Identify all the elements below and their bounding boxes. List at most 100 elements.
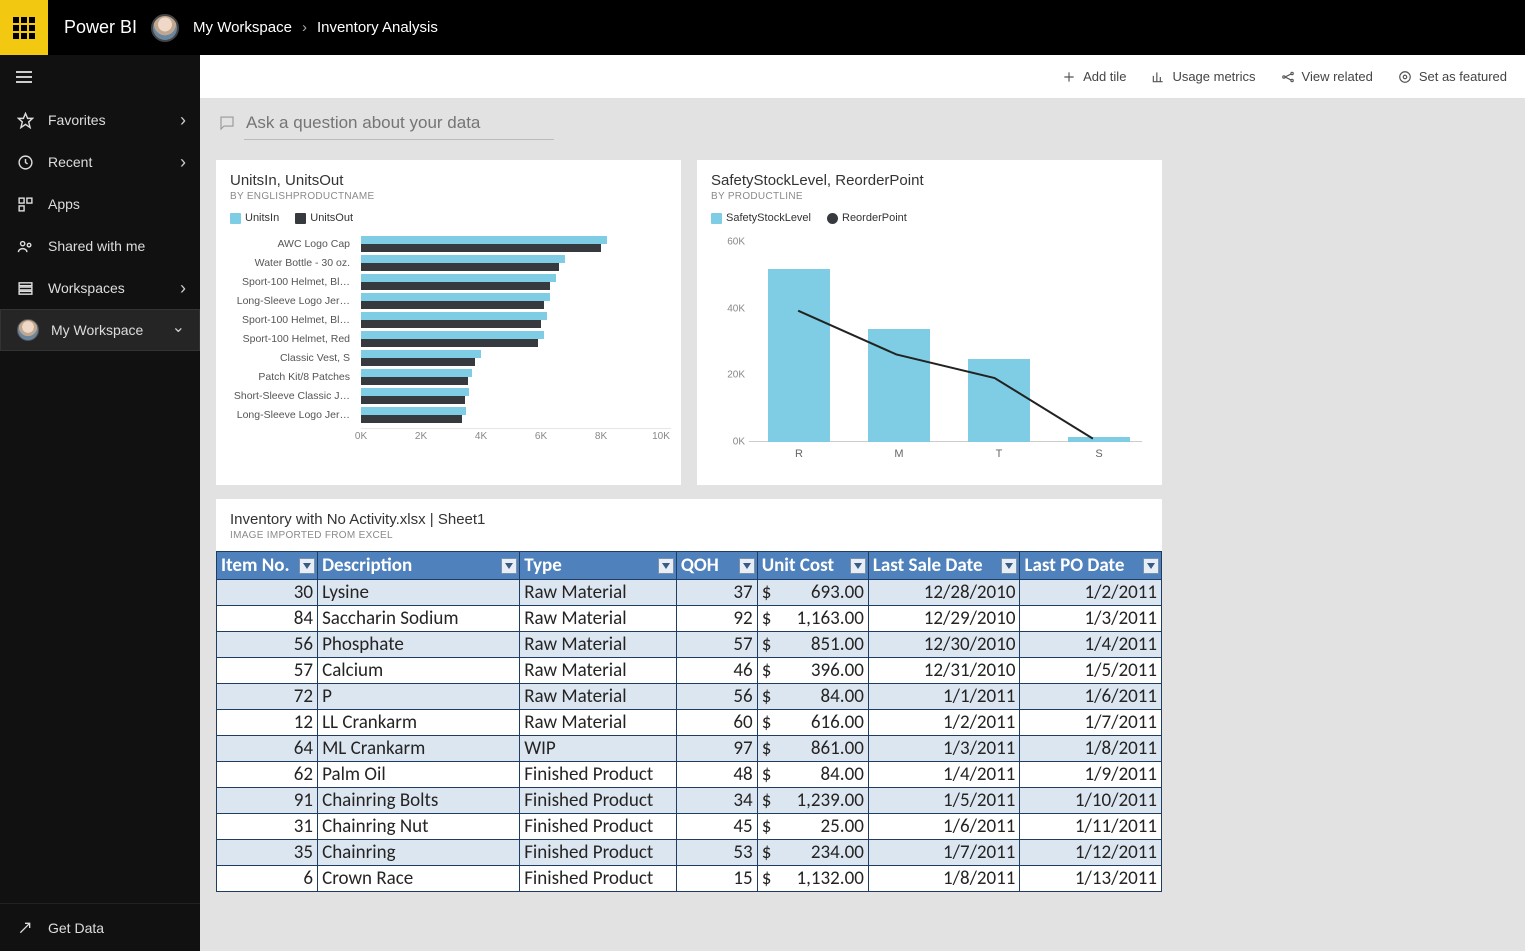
table-row: 57CalciumRaw Material46$396.0012/31/2010…	[217, 658, 1162, 684]
category-label: M	[894, 448, 903, 460]
table-cell: Raw Material	[520, 606, 677, 632]
bar-unitsin	[361, 407, 466, 415]
column-header[interactable]: Description	[318, 552, 520, 580]
nav-apps[interactable]: Apps	[0, 183, 200, 225]
cmd-add-tile[interactable]: Add tile	[1061, 69, 1126, 85]
table-cell: Finished Product	[520, 840, 677, 866]
breadcrumb-page[interactable]: Inventory Analysis	[317, 19, 438, 36]
tile-title: SafetyStockLevel, ReorderPoint	[711, 172, 1148, 189]
table-cell: $84.00	[757, 762, 868, 788]
table-cell: 56	[676, 684, 757, 710]
apps-icon	[16, 195, 34, 213]
app-launcher[interactable]	[0, 0, 48, 55]
table-cell: 62	[217, 762, 318, 788]
axis-tick: 8K	[595, 431, 607, 442]
table-cell: 1/7/2011	[1020, 710, 1162, 736]
nav-my-workspace[interactable]: My Workspace	[0, 309, 200, 351]
tile-units[interactable]: UnitsIn, UnitsOut BY ENGLISHPRODUCTNAME …	[216, 160, 681, 485]
axis-tick: 6K	[535, 431, 547, 442]
filter-dropdown-icon[interactable]	[658, 558, 674, 574]
cmd-label: Add tile	[1083, 69, 1126, 84]
table-cell: 1/13/2011	[1020, 866, 1162, 892]
tile-subtitle: BY ENGLISHPRODUCTNAME	[230, 191, 667, 202]
table-cell: Raw Material	[520, 580, 677, 606]
bar-row: Classic Vest, S	[226, 348, 671, 367]
table-cell: Crown Race	[318, 866, 520, 892]
table-cell: 1/7/2011	[868, 840, 1020, 866]
avatar-icon	[17, 319, 39, 341]
avatar[interactable]	[151, 14, 179, 42]
nav-recent[interactable]: Recent	[0, 141, 200, 183]
filter-dropdown-icon[interactable]	[501, 558, 517, 574]
table-row: 64ML CrankarmWIP97$861.001/3/20111/8/201…	[217, 736, 1162, 762]
tile-subtitle: IMAGE IMPORTED FROM EXCEL	[230, 530, 1148, 541]
cmd-set-featured[interactable]: Set as featured	[1397, 69, 1507, 85]
cmd-label: Set as featured	[1419, 69, 1507, 84]
filter-dropdown-icon[interactable]	[739, 558, 755, 574]
nav-shared[interactable]: Shared with me	[0, 225, 200, 267]
combo-chart: 0K20K40K60KRMTS	[707, 234, 1152, 464]
nav-label: Favorites	[48, 112, 180, 128]
table-cell: Raw Material	[520, 632, 677, 658]
table-cell: 57	[676, 632, 757, 658]
command-bar: Add tile Usage metrics View related Set …	[200, 55, 1525, 99]
nav-collapse[interactable]	[0, 55, 200, 99]
table-cell: 84	[217, 606, 318, 632]
bar-unitsout	[361, 301, 544, 309]
cmd-view-related[interactable]: View related	[1280, 69, 1373, 85]
table-cell: 35	[217, 840, 318, 866]
table-cell: Chainring	[318, 840, 520, 866]
column-header[interactable]: Unit Cost	[757, 552, 868, 580]
category-label: Classic Vest, S	[226, 352, 356, 364]
column-header[interactable]: Last Sale Date	[868, 552, 1020, 580]
table-cell: 1/3/2011	[868, 736, 1020, 762]
bar-unitsout	[361, 396, 465, 404]
cmd-usage-metrics[interactable]: Usage metrics	[1150, 69, 1255, 85]
bar-row: Long-Sleeve Logo Jer…	[226, 405, 671, 424]
table-cell: 1/8/2011	[1020, 736, 1162, 762]
nav-favorites[interactable]: Favorites	[0, 99, 200, 141]
plus-icon	[1061, 69, 1077, 85]
filter-dropdown-icon[interactable]	[850, 558, 866, 574]
featured-icon	[1397, 69, 1413, 85]
table-row: 30LysineRaw Material37$693.0012/28/20101…	[217, 580, 1162, 606]
table-cell: 92	[676, 606, 757, 632]
breadcrumb-workspace[interactable]: My Workspace	[193, 19, 292, 36]
get-data-icon	[16, 919, 34, 937]
table-cell: P	[318, 684, 520, 710]
excel-table: Item No.DescriptionTypeQOHUnit CostLast …	[216, 551, 1162, 892]
category-label: Long-Sleeve Logo Jer…	[226, 295, 356, 307]
table-cell: 97	[676, 736, 757, 762]
table-cell: $616.00	[757, 710, 868, 736]
table-cell: 30	[217, 580, 318, 606]
nav-get-data[interactable]: Get Data	[0, 903, 200, 951]
column-header[interactable]: Type	[520, 552, 677, 580]
column-header[interactable]: QOH	[676, 552, 757, 580]
column-header[interactable]: Item No.	[217, 552, 318, 580]
table-cell: $1,132.00	[757, 866, 868, 892]
swatch-cyan	[230, 213, 241, 224]
bar-unitsin	[361, 255, 565, 263]
tile-inventory-table[interactable]: Inventory with No Activity.xlsx | Sheet1…	[216, 499, 1162, 892]
axis-tick: 60K	[711, 237, 745, 248]
filter-dropdown-icon[interactable]	[299, 558, 315, 574]
qna-input[interactable]	[244, 111, 554, 140]
nav-workspaces[interactable]: Workspaces	[0, 267, 200, 309]
table-row: 62Palm OilFinished Product48$84.001/4/20…	[217, 762, 1162, 788]
table-cell: 48	[676, 762, 757, 788]
legend: SafetyStockLevel ReorderPoint	[697, 204, 1162, 230]
filter-dropdown-icon[interactable]	[1143, 558, 1159, 574]
nav-label: Apps	[48, 196, 186, 212]
left-nav: Favorites Recent Apps Shared with me Wor…	[0, 55, 200, 951]
bar-unitsin	[361, 274, 556, 282]
table-cell: 1/2/2011	[1020, 580, 1162, 606]
table-cell: Finished Product	[520, 762, 677, 788]
table-cell: Lysine	[318, 580, 520, 606]
table-cell: 12/29/2010	[868, 606, 1020, 632]
filter-dropdown-icon[interactable]	[1001, 558, 1017, 574]
column-header[interactable]: Last PO Date	[1020, 552, 1162, 580]
table-cell: 12/31/2010	[868, 658, 1020, 684]
tile-safety-stock[interactable]: SafetyStockLevel, ReorderPoint BY PRODUC…	[697, 160, 1162, 485]
table-cell: ML Crankarm	[318, 736, 520, 762]
qna-box[interactable]	[218, 111, 1525, 140]
